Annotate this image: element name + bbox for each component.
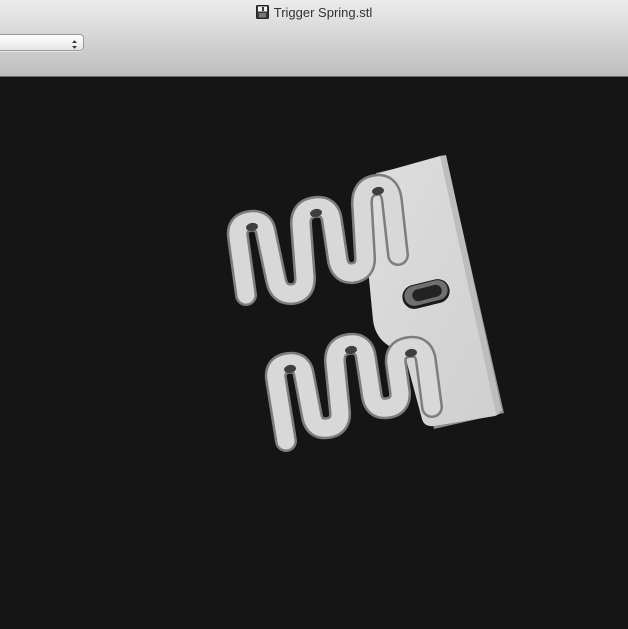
window-titlebar: Trigger Spring.stl — [0, 0, 628, 77]
window-title: Trigger Spring.stl — [0, 3, 628, 21]
window-title-text: Trigger Spring.stl — [273, 4, 373, 20]
stl-document-icon — [255, 5, 269, 19]
quicklook-window: Trigger Spring.stl — [0, 0, 628, 629]
updown-chevron-icon — [71, 37, 78, 49]
trigger-spring-3d-model[interactable] — [0, 77, 628, 629]
toolbar-select[interactable] — [0, 34, 84, 51]
model-viewport[interactable] — [0, 77, 628, 629]
